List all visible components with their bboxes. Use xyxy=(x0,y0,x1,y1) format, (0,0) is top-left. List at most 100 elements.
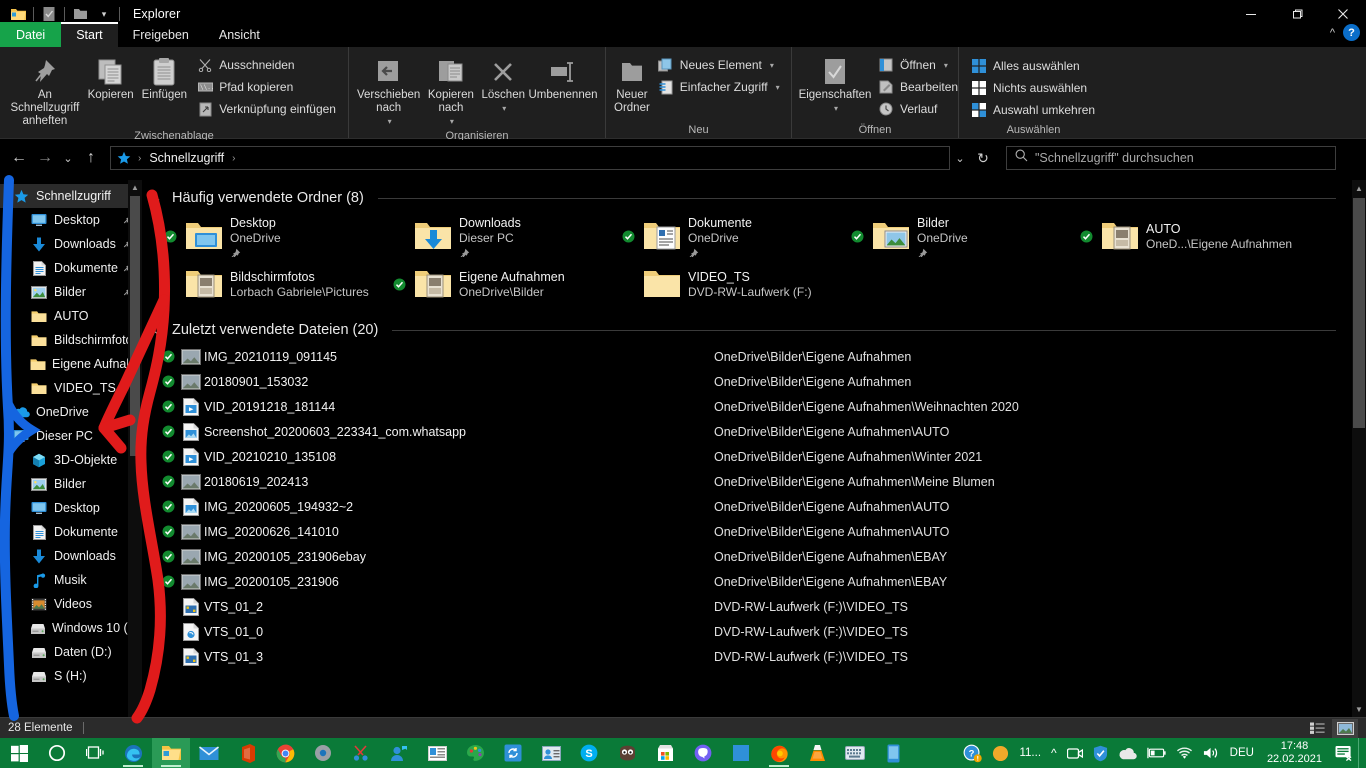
office-icon[interactable] xyxy=(228,738,266,768)
contacts-icon[interactable] xyxy=(532,738,570,768)
file-row[interactable]: IMG_20200105_231906ebay OneDrive\Bilder\E… xyxy=(142,544,1366,569)
blue-app-icon[interactable] xyxy=(722,738,760,768)
file-row[interactable]: IMG_20200605_194932~2 OneDrive\Bilder\Eig… xyxy=(142,494,1366,519)
scroll-down-icon[interactable]: ▼ xyxy=(1352,701,1366,717)
file-row[interactable]: VTS_01_3 DVD-RW-Laufwerk (F:)\VIDEO_TS xyxy=(142,644,1366,669)
chevron-up-icon[interactable]: ^ xyxy=(1330,27,1335,39)
mail-icon[interactable] xyxy=(190,738,228,768)
file-row[interactable]: VID_20191218_181144 OneDrive\Bilder\Eigen… xyxy=(142,394,1366,419)
sidebar-item-daten-d[interactable]: Daten (D:) xyxy=(0,640,142,664)
move-to-caret[interactable]: ▾ xyxy=(388,115,392,128)
sidebar-item-downloads[interactable]: Downloads xyxy=(0,232,142,256)
onedrive-icon[interactable] xyxy=(1113,738,1142,768)
address-history-dropdown[interactable]: ⌄ xyxy=(950,143,970,173)
start-icon[interactable] xyxy=(0,738,38,768)
files-section-header[interactable]: ⌄ Zuletzt verwendete Dateien (20) xyxy=(142,308,1366,344)
folder-tile[interactable]: Eigene Aufnahmen OneDrive\Bilder xyxy=(387,260,616,308)
refresh-button[interactable]: ↻ xyxy=(970,143,996,173)
folder-tile[interactable]: Bilder OneDrive xyxy=(845,212,1074,260)
large-icons-view-icon[interactable] xyxy=(1332,718,1358,738)
gimp-icon[interactable] xyxy=(608,738,646,768)
back-button[interactable]: ← xyxy=(6,143,32,173)
store-icon[interactable] xyxy=(646,738,684,768)
chrome-icon[interactable] xyxy=(266,738,304,768)
volume-icon[interactable] xyxy=(1198,738,1225,768)
copy-button[interactable]: Kopieren xyxy=(84,51,138,102)
viber-icon[interactable] xyxy=(684,738,722,768)
snip-icon[interactable] xyxy=(342,738,380,768)
file-row[interactable]: IMG_20210119_091145 OneDrive\Bilder\Eigen… xyxy=(142,344,1366,369)
file-row[interactable]: 20180619_202413 OneDrive\Bilder\Eigene Au… xyxy=(142,469,1366,494)
sidebar-item-downloads[interactable]: Downloads xyxy=(0,544,142,568)
skype-icon[interactable]: S xyxy=(570,738,608,768)
search-box[interactable]: "Schnellzugriff" durchsuchen xyxy=(1006,146,1336,170)
rename-button[interactable]: Umbenennen xyxy=(527,51,599,102)
file-row[interactable]: VTS_01_2 DVD-RW-Laufwerk (F:)\VIDEO_TS xyxy=(142,594,1366,619)
select-all-button[interactable]: Alles auswählen xyxy=(965,55,1101,77)
open-caret[interactable]: ▾ xyxy=(944,61,948,70)
news-icon[interactable] xyxy=(418,738,456,768)
copy-to-button[interactable]: Kopieren nach ▾ xyxy=(422,51,479,128)
help-icon[interactable]: ? xyxy=(1343,24,1360,41)
file-row[interactable]: VID_20210210_135108 OneDrive\Bilder\Eigen… xyxy=(142,444,1366,469)
sidebar-item-dokumente[interactable]: Dokumente xyxy=(0,256,142,280)
folder-tile[interactable]: VIDEO_TS DVD-RW-Laufwerk (F:) xyxy=(616,260,845,308)
folder-tile[interactable]: Dokumente OneDrive xyxy=(616,212,845,260)
history-button[interactable]: Verlauf xyxy=(872,98,964,120)
sidebar-item-bildschirmfotos[interactable]: Bildschirmfotos xyxy=(0,328,142,352)
tab-ansicht[interactable]: Ansicht xyxy=(204,22,275,47)
properties-button[interactable]: Eigenschaften ▾ xyxy=(798,51,872,115)
folder-tile[interactable]: Bildschirmfotos Lorbach Gabriele\Pictures xyxy=(158,260,387,308)
nav-scroll-up-icon[interactable]: ▲ xyxy=(128,180,142,194)
show-desktop-button[interactable] xyxy=(1358,738,1364,768)
sidebar-item-auto[interactable]: AUTO xyxy=(0,304,142,328)
properties-caret[interactable]: ▾ xyxy=(834,102,838,115)
nav-scrollbar[interactable]: ▲ xyxy=(128,180,142,717)
new-item-button[interactable]: Neues Element ▾ xyxy=(652,54,786,76)
file-row[interactable]: VTS_01_0 DVD-RW-Laufwerk (F:)\VIDEO_TS xyxy=(142,619,1366,644)
sidebar-item-musik[interactable]: Musik xyxy=(0,568,142,592)
paste-button[interactable]: Einfügen xyxy=(137,51,191,102)
chevron-down-icon[interactable]: ⌄ xyxy=(150,324,164,337)
breadcrumb[interactable]: › Schnellzugriff › xyxy=(110,146,950,170)
wifi-icon[interactable] xyxy=(1171,738,1198,768)
recent-locations-button[interactable]: ⌄ xyxy=(58,143,78,173)
task-view-icon[interactable] xyxy=(76,738,114,768)
scroll-up-icon[interactable]: ▲ xyxy=(1352,180,1366,196)
settings-icon[interactable] xyxy=(304,738,342,768)
cut-button[interactable]: Ausschneiden xyxy=(191,54,342,76)
file-row[interactable]: IMG_20200105_231906 OneDrive\Bilder\Eigen… xyxy=(142,569,1366,594)
vlc-icon[interactable] xyxy=(798,738,836,768)
sidebar-item-s-h[interactable]: S (H:) xyxy=(0,664,142,688)
sidebar-item-onedrive[interactable]: OneDrive xyxy=(0,400,142,424)
sidebar-item-bilder[interactable]: Bilder xyxy=(0,472,142,496)
sidebar-item-video-ts[interactable]: VIDEO_TS xyxy=(0,376,142,400)
notification-icon[interactable] xyxy=(1330,738,1358,768)
select-none-button[interactable]: Nichts auswählen xyxy=(965,77,1101,99)
copy-path-button[interactable]: \\.. Pfad kopieren xyxy=(191,76,342,98)
copy-to-caret[interactable]: ▾ xyxy=(450,115,454,128)
sidebar-item-dieser-pc[interactable]: Dieser PC xyxy=(0,424,142,448)
breadcrumb-sep-1[interactable]: › xyxy=(230,153,237,164)
keyboard-icon[interactable] xyxy=(836,738,874,768)
pin-to-quick-access-button[interactable]: An Schnellzugriff anheften xyxy=(6,51,84,128)
paint-icon[interactable] xyxy=(456,738,494,768)
sidebar-item-desktop[interactable]: Desktop xyxy=(0,208,142,232)
sidebar-item-dokumente[interactable]: Dokumente xyxy=(0,520,142,544)
tray-chevron-up-icon[interactable]: ^ xyxy=(1046,738,1062,768)
file-explorer-icon[interactable] xyxy=(152,738,190,768)
file-row[interactable]: Screenshot_20200603_223341_com.whatsapp O… xyxy=(142,419,1366,444)
up-button[interactable]: ↑ xyxy=(78,143,104,173)
sidebar-item-3d-objekte[interactable]: 3D-Objekte xyxy=(0,448,142,472)
sync-icon[interactable] xyxy=(494,738,532,768)
sidebar-item-videos[interactable]: Videos xyxy=(0,592,142,616)
sidebar-item-windows-10-c[interactable]: Windows 10 (C:) xyxy=(0,616,142,640)
teams-icon[interactable] xyxy=(1062,738,1088,768)
file-row[interactable]: 20180901_153032 OneDrive\Bilder\Eigene Au… xyxy=(142,369,1366,394)
tab-freigeben[interactable]: Freigeben xyxy=(118,22,204,47)
folder-tile[interactable]: Downloads Dieser PC xyxy=(387,212,616,260)
language-indicator[interactable]: DEU xyxy=(1225,738,1259,768)
people-icon[interactable] xyxy=(380,738,418,768)
details-view-icon[interactable] xyxy=(1304,719,1330,738)
folder-tile[interactable]: Desktop OneDrive xyxy=(158,212,387,260)
